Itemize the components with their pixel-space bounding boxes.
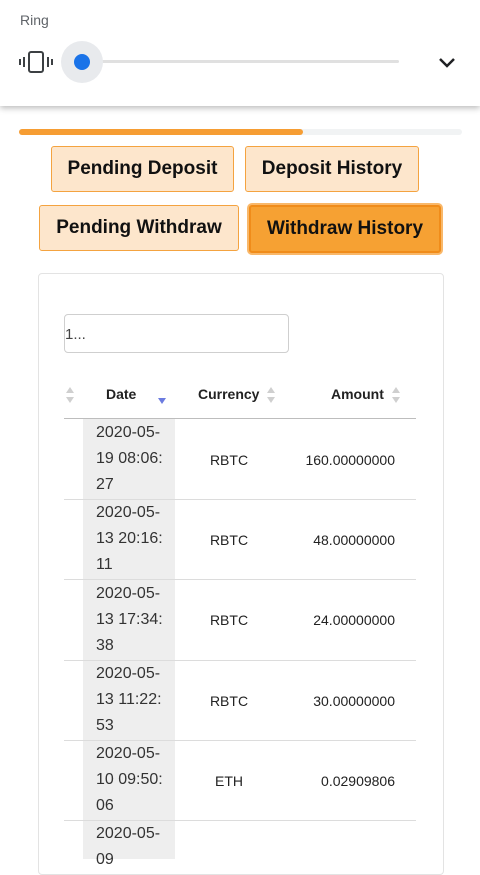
- table-cell-date: 2020-05-09: [96, 825, 161, 868]
- chevron-down-icon[interactable]: [436, 54, 458, 72]
- search-input[interactable]: 1...: [64, 314, 289, 353]
- table-cell-amount: 0.02909806: [321, 773, 395, 789]
- tab-pending-withdraw[interactable]: Pending Withdraw: [39, 205, 239, 251]
- column-header-currency[interactable]: Currency: [198, 386, 259, 402]
- table-cell-date: 2020-05-13 11:22:53: [96, 665, 162, 734]
- table-cell-date: 2020-05-13 17:34:38: [96, 585, 163, 654]
- volume-slider-thumb[interactable]: [74, 54, 90, 70]
- row-divider: [64, 579, 416, 580]
- tab-withdraw-history[interactable]: Withdraw History: [249, 205, 441, 253]
- volume-stream-label: Ring: [20, 12, 49, 28]
- table-cell-amount: 160.00000000: [305, 452, 395, 468]
- tab-pending-deposit[interactable]: Pending Deposit: [51, 146, 234, 192]
- table-cell-currency: RBTC: [209, 693, 249, 709]
- table-cell-currency: RBTC: [209, 452, 249, 468]
- vibrate-icon[interactable]: [18, 50, 54, 74]
- table-cell-date: 2020-05-13 20:16:11: [96, 504, 163, 573]
- sort-icon[interactable]: [266, 385, 276, 405]
- column-header-date[interactable]: Date: [106, 386, 136, 402]
- progress-bar: [19, 129, 462, 135]
- table-cell-currency: RBTC: [209, 612, 249, 628]
- sort-icon[interactable]: [65, 385, 75, 405]
- volume-panel: Ring: [0, 0, 480, 106]
- progress-fill: [19, 129, 303, 135]
- table-cell-amount: 30.00000000: [313, 693, 395, 709]
- table-cell-date: 2020-05-10 09:50:06: [96, 745, 163, 814]
- tab-deposit-history[interactable]: Deposit History: [245, 146, 419, 192]
- sort-icon[interactable]: [391, 385, 401, 405]
- table-cell-currency: RBTC: [209, 532, 249, 548]
- volume-slider-track[interactable]: [82, 60, 399, 63]
- table-cell-amount: 48.00000000: [313, 532, 395, 548]
- table-cell-amount: 24.00000000: [313, 612, 395, 628]
- sort-desc-icon[interactable]: [157, 390, 167, 410]
- column-header-amount[interactable]: Amount: [331, 386, 384, 402]
- table-cell-currency: ETH: [215, 773, 243, 789]
- table-cell-date: 2020-05-19 08:06:27: [96, 424, 163, 493]
